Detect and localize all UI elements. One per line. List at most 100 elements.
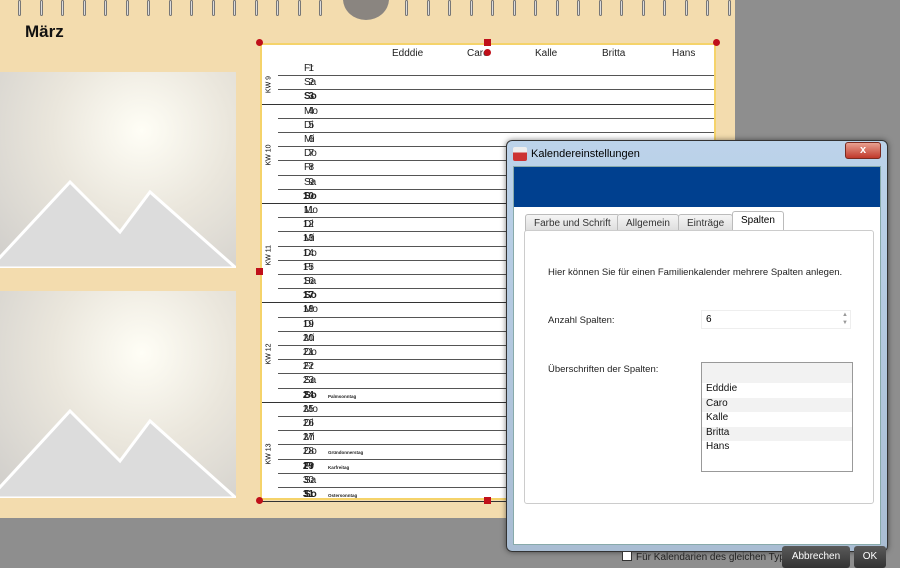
weekday: Di	[304, 418, 314, 429]
photo-placeholder-1[interactable]	[0, 72, 236, 268]
weekday: So	[304, 489, 317, 500]
cancel-button[interactable]: Abbrechen	[782, 546, 850, 568]
day-row[interactable]: 1 Fr	[278, 62, 714, 77]
weekday: Di	[304, 318, 314, 330]
weekday: So	[304, 190, 317, 202]
resize-handle[interactable]	[484, 497, 491, 504]
resize-handle[interactable]	[256, 497, 263, 504]
holiday-label: Palmsonntag	[328, 393, 357, 399]
resize-handle[interactable]	[713, 39, 720, 46]
holiday-label: Karfreitag	[328, 464, 350, 470]
weekday: Di	[304, 119, 314, 131]
weekday: Sa	[304, 276, 317, 287]
ring	[18, 0, 21, 16]
dialog-title: Kalendereinstellungen	[531, 148, 640, 160]
weekday: Fr	[304, 63, 314, 74]
weekday: Mi	[304, 332, 315, 344]
heading-item[interactable]: Kalle	[702, 412, 852, 427]
ring	[663, 0, 666, 16]
tab-farbe-und-schrift[interactable]: Farbe und Schrift	[525, 214, 620, 231]
ring	[426, 0, 430, 16]
weekday: Di	[304, 219, 314, 231]
weekday: Mi	[304, 233, 315, 245]
weekday: Fr	[304, 460, 314, 472]
close-button[interactable]: x	[845, 142, 881, 159]
ring	[577, 0, 580, 16]
checkbox-icon[interactable]	[622, 551, 632, 561]
ring	[469, 0, 473, 16]
resize-handle[interactable]	[256, 39, 263, 46]
column-header[interactable]: Britta	[602, 48, 625, 59]
spalten-panel: Hier können Sie für einen Familienkalend…	[524, 230, 874, 504]
column-header[interactable]: Kalle	[535, 48, 557, 59]
ring	[319, 0, 322, 16]
weekday: So	[304, 389, 317, 401]
weekday: Sa	[304, 375, 317, 387]
column-header[interactable]: Edddie	[392, 48, 423, 59]
weekday: Fr	[304, 162, 314, 174]
ring	[512, 0, 516, 16]
column-headings-list[interactable]: Edddie Caro Kalle Britta Hans	[701, 362, 853, 472]
headings-label: Überschriften der Spalten:	[548, 364, 659, 375]
holiday-label: Gründonnerstag	[328, 450, 364, 456]
heading-item[interactable]: Britta	[702, 426, 852, 441]
column-header[interactable]: Hans	[672, 48, 695, 59]
weekday: So	[304, 91, 317, 103]
heading-item[interactable]: Caro	[702, 397, 852, 412]
ring	[448, 0, 451, 16]
ok-button[interactable]: OK	[854, 546, 886, 568]
tab-eintraege[interactable]: Einträge	[678, 214, 734, 231]
week-label: KW 12	[265, 343, 273, 365]
tab-allgemein[interactable]: Allgemein	[617, 214, 679, 231]
weekday: Mi	[304, 432, 315, 444]
heading-item[interactable]: Edddie	[702, 383, 852, 398]
week-label: KW 9	[265, 76, 273, 94]
weekday: Do	[304, 148, 317, 160]
resize-handle[interactable]	[484, 49, 491, 56]
app-icon	[513, 147, 527, 161]
weekday: Do	[304, 446, 317, 458]
photo-placeholder-2[interactable]	[0, 291, 236, 498]
weekday: Mo	[304, 403, 318, 415]
heading-item[interactable]	[702, 363, 852, 383]
day-row[interactable]: 3 So	[262, 90, 714, 105]
resize-handle[interactable]	[256, 268, 263, 275]
same-type-checkbox[interactable]: Für Kalendarien des gleichen Typs.	[622, 551, 793, 563]
ring	[706, 0, 709, 16]
ring	[641, 0, 645, 16]
weekday: Fr	[304, 361, 314, 373]
same-type-label: Für Kalendarien des gleichen Typs.	[636, 552, 793, 563]
week-label: KW 10	[265, 144, 273, 166]
count-label: Anzahl Spalten:	[548, 315, 615, 326]
weekday: Do	[304, 347, 317, 358]
weekday: Mo	[304, 105, 318, 117]
ring	[598, 0, 602, 16]
ring	[168, 0, 172, 16]
weekday: Sa	[304, 176, 317, 188]
weekday: Mo	[304, 205, 318, 216]
ring	[405, 0, 408, 16]
weekday: Sa	[304, 77, 317, 89]
weekday: So	[304, 290, 317, 302]
tab-spalten[interactable]: Spalten	[732, 211, 784, 231]
day-row[interactable]: 4 Mo	[278, 105, 714, 119]
column-count-stepper[interactable]: 6 ▲ ▼	[701, 310, 851, 329]
ring	[727, 0, 731, 16]
ring	[39, 0, 43, 16]
week-label: KW 11	[265, 244, 273, 266]
weekday: Mi	[304, 134, 315, 145]
weekday: Do	[304, 247, 317, 259]
intro-text: Hier können Sie für einen Familienkalend…	[548, 267, 843, 278]
ring	[125, 0, 129, 16]
day-row[interactable]: 2 Sa	[278, 76, 714, 91]
ring	[61, 0, 64, 16]
weekday: Sa	[304, 474, 317, 486]
stepper-arrows-icon[interactable]: ▲ ▼	[842, 311, 848, 327]
header-band	[514, 167, 880, 207]
day-row[interactable]: 5 Di	[278, 119, 714, 133]
ring	[620, 0, 623, 16]
ring	[147, 0, 150, 16]
resize-handle[interactable]	[484, 39, 491, 46]
heading-item[interactable]: Hans	[702, 441, 852, 456]
ring	[555, 0, 559, 16]
